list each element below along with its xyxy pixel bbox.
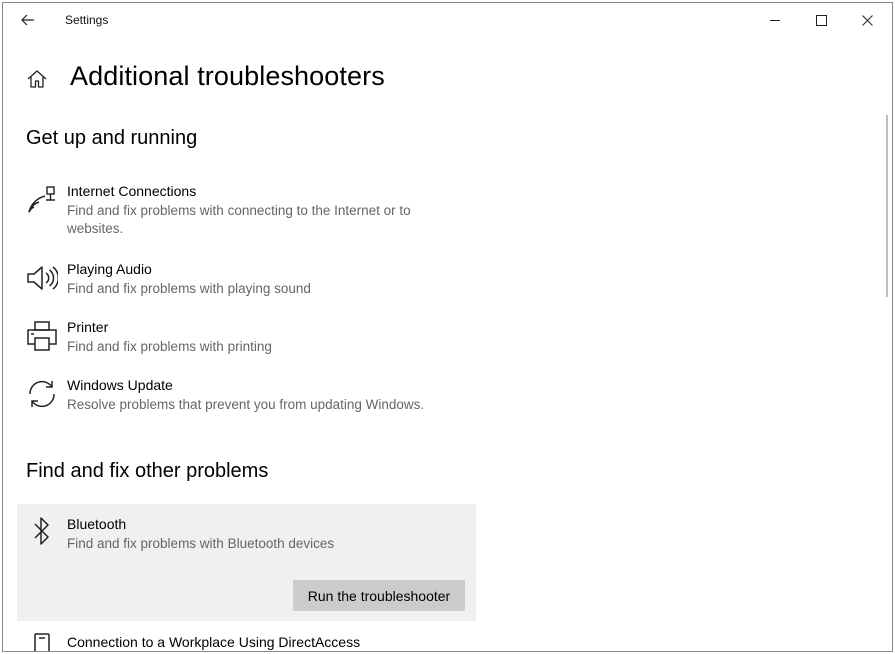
item-name: Windows Update [67,377,173,393]
run-troubleshooter-button[interactable]: Run the troubleshooter [293,580,465,611]
home-icon[interactable] [25,67,49,91]
network-icon [25,183,59,217]
item-name: Internet Connections [67,183,197,199]
window-title: Settings [65,13,109,27]
page-title: Additional troubleshooters [70,61,385,91]
item-description: Resolve problems that prevent you from u… [67,397,425,412]
item-description: Find and fix problems with playing sound [67,281,311,296]
item-description: Find and fix problems with connecting to… [67,203,411,236]
item-name: Playing Audio [67,261,152,277]
item-description: Find and fix problems with printing [67,339,272,354]
device-icon [25,631,59,651]
bluetooth-icon [25,514,59,548]
title-bar: Settings [3,3,892,37]
sync-icon [25,377,59,411]
printer-icon [25,319,59,353]
maximize-icon[interactable] [798,3,844,37]
back-arrow-icon[interactable] [13,7,43,33]
troubleshooter-playing-audio[interactable]: Playing Audio Find and fix problems with… [17,261,477,301]
item-description: Find and fix problems with Bluetooth dev… [67,536,335,551]
item-name: Bluetooth [67,516,127,532]
troubleshooter-internet-connections[interactable]: Internet Connections Find and fix proble… [17,183,477,241]
close-icon[interactable] [844,3,890,37]
troubleshooter-printer[interactable]: Printer Find and fix problems with print… [17,319,477,359]
speaker-icon [25,261,59,295]
scrollbar[interactable] [886,115,888,297]
section-title-find-and-fix-other-problems: Find and fix other problems [26,460,269,482]
troubleshooter-directaccess[interactable]: Connection to a Workplace Using DirectAc… [17,631,477,651]
item-name: Connection to a Workplace Using DirectAc… [67,634,361,650]
item-name: Printer [67,319,109,335]
troubleshooter-bluetooth[interactable]: Bluetooth Find and fix problems with Blu… [17,504,476,621]
troubleshooter-windows-update[interactable]: Windows Update Resolve problems that pre… [17,377,477,417]
settings-window: Settings Additional troubleshooters Get … [2,2,893,652]
section-title-get-up-and-running: Get up and running [26,127,198,149]
page-header: Additional troubleshooters [3,55,892,105]
minimize-icon[interactable] [752,3,798,37]
